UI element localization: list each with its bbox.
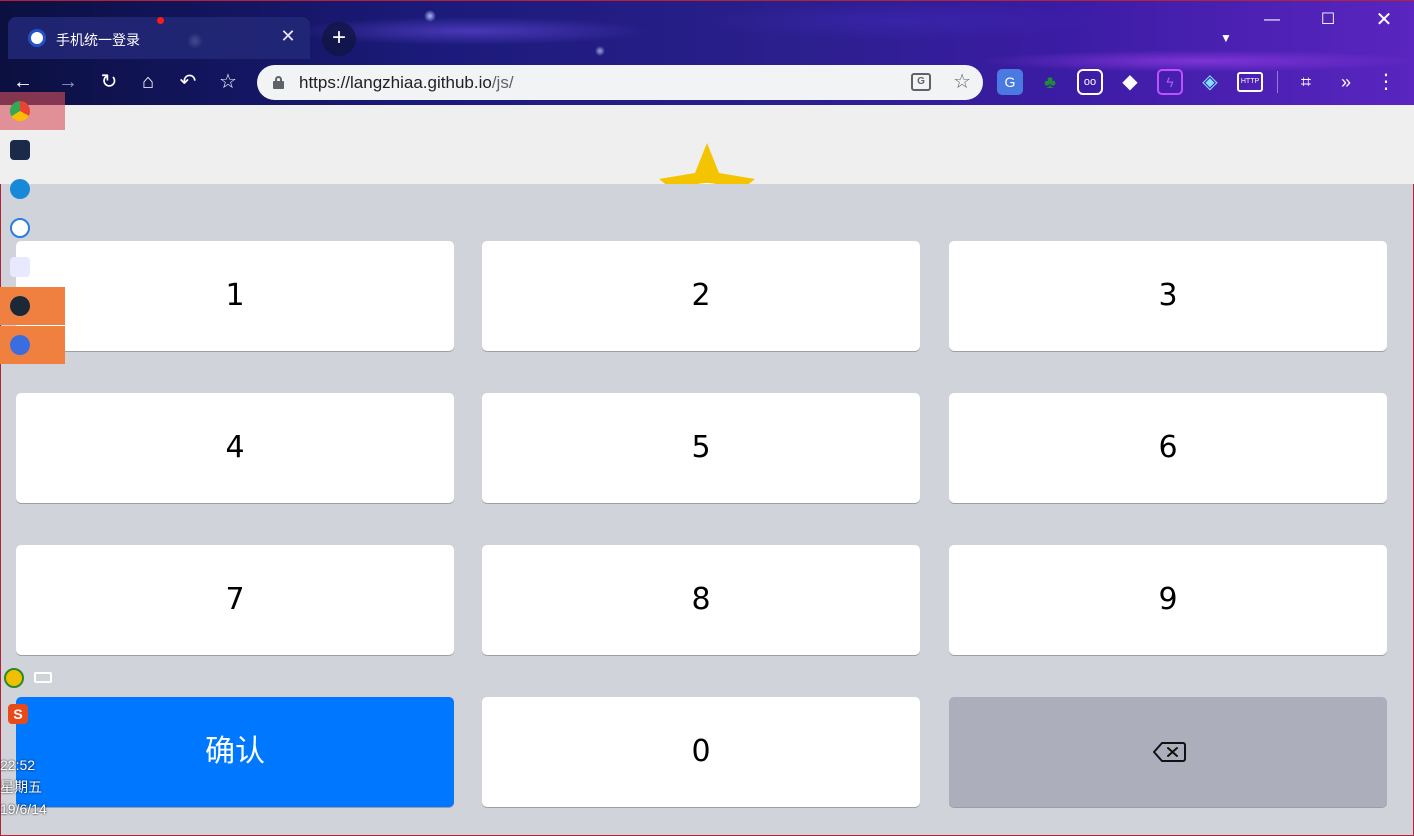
undo-button[interactable]: ↶ bbox=[173, 67, 203, 97]
key-8[interactable]: 8 bbox=[482, 545, 920, 655]
notification-dot bbox=[157, 17, 164, 24]
desktop-chrome-shortcut[interactable] bbox=[0, 92, 65, 130]
url-host: https://langzhiaa.github.io bbox=[299, 73, 492, 92]
maximize-button[interactable]: ☐ bbox=[1300, 1, 1356, 39]
clock-date: 19/6/14 bbox=[0, 801, 47, 817]
taskbar-clock[interactable]: 22:52 星期五 19/6/14 bbox=[0, 754, 47, 820]
minimize-button[interactable]: — bbox=[1244, 1, 1300, 39]
tray-app-icon[interactable] bbox=[4, 668, 24, 688]
number-keypad: 1 2 3 4 5 6 7 8 9 确认 0 bbox=[0, 184, 1414, 836]
page-header bbox=[0, 105, 1414, 184]
home-button[interactable]: ⌂ bbox=[133, 67, 163, 97]
key-3[interactable]: 3 bbox=[949, 241, 1387, 351]
extension-diamond-icon[interactable]: ◆ bbox=[1117, 69, 1143, 95]
feather-app-icon bbox=[10, 257, 30, 277]
desktop-shortcut-3[interactable] bbox=[0, 170, 65, 208]
desktop-shortcut-4[interactable] bbox=[0, 209, 65, 247]
backspace-icon bbox=[1153, 742, 1186, 762]
lock-icon[interactable] bbox=[273, 76, 284, 89]
tab-close-icon[interactable]: ✕ bbox=[278, 26, 298, 47]
key-4[interactable]: 4 bbox=[16, 393, 454, 503]
overflow-chevron-icon[interactable]: » bbox=[1333, 69, 1359, 95]
globe-app-icon bbox=[10, 335, 30, 355]
desktop-shortcut-7[interactable] bbox=[0, 326, 65, 364]
key-6[interactable]: 6 bbox=[949, 393, 1387, 503]
close-window-button[interactable]: ✕ bbox=[1356, 1, 1412, 39]
bookmark-star-button[interactable]: ☆ bbox=[213, 67, 243, 97]
clock-time: 22:52 bbox=[0, 757, 36, 773]
clock-weekday: 星期五 bbox=[0, 779, 42, 795]
app-icon bbox=[10, 140, 30, 160]
extension-http-icon[interactable]: HTTP bbox=[1237, 72, 1263, 92]
tab-search-icon[interactable]: ▼ bbox=[1220, 31, 1232, 45]
extension-bolt-icon[interactable]: ϟ bbox=[1157, 69, 1183, 95]
delete-button[interactable] bbox=[949, 697, 1387, 807]
browser-chrome: 手机统一登录 ✕ + ▼ — ☐ ✕ ← → ↻ ⌂ ↶ ☆ https://l… bbox=[0, 0, 1414, 105]
key-1[interactable]: 1 bbox=[16, 241, 454, 351]
app-icon bbox=[10, 179, 30, 199]
extension-eye-icon[interactable]: ◈ bbox=[1197, 69, 1223, 95]
desktop-shortcut-5[interactable] bbox=[0, 248, 65, 286]
key-0[interactable]: 0 bbox=[482, 697, 920, 807]
extension-tree-icon[interactable]: ♣ bbox=[1037, 69, 1063, 95]
toolbar-separator bbox=[1277, 71, 1278, 93]
url-path: /js/ bbox=[491, 73, 514, 92]
translate-icon[interactable]: G bbox=[911, 73, 931, 91]
key-7[interactable]: 7 bbox=[16, 545, 454, 655]
key-9[interactable]: 9 bbox=[949, 545, 1387, 655]
kebab-menu-icon[interactable]: ⋮ bbox=[1373, 69, 1399, 95]
confirm-button[interactable]: 确认 bbox=[16, 697, 454, 807]
address-bar[interactable]: https://langzhiaa.github.io/js/ G ☆ bbox=[257, 65, 983, 100]
crop-extension-icon[interactable]: ⌗ bbox=[1293, 69, 1319, 95]
bookmark-page-icon[interactable]: ☆ bbox=[953, 69, 971, 94]
url-text[interactable]: https://langzhiaa.github.io/js/ bbox=[299, 73, 514, 93]
new-tab-button[interactable]: + bbox=[322, 22, 356, 56]
cloud-app-icon bbox=[10, 218, 30, 238]
battery-icon[interactable] bbox=[34, 672, 52, 683]
google-translate-extension-icon[interactable]: G bbox=[997, 69, 1023, 95]
tab-title: 手机统一登录 bbox=[56, 32, 140, 48]
desktop-steam-shortcut[interactable] bbox=[0, 287, 65, 325]
reload-button[interactable]: ↻ bbox=[94, 67, 124, 97]
chrome-icon bbox=[10, 101, 30, 121]
extension-tampermonkey-icon[interactable]: oo bbox=[1077, 69, 1103, 95]
star-logo-icon bbox=[657, 143, 757, 184]
key-5[interactable]: 5 bbox=[482, 393, 920, 503]
desktop-shortcut-2[interactable] bbox=[0, 131, 65, 169]
key-2[interactable]: 2 bbox=[482, 241, 920, 351]
tab-favicon-icon bbox=[28, 29, 46, 47]
steam-icon bbox=[10, 296, 30, 316]
sogou-input-icon[interactable]: S bbox=[8, 704, 28, 724]
